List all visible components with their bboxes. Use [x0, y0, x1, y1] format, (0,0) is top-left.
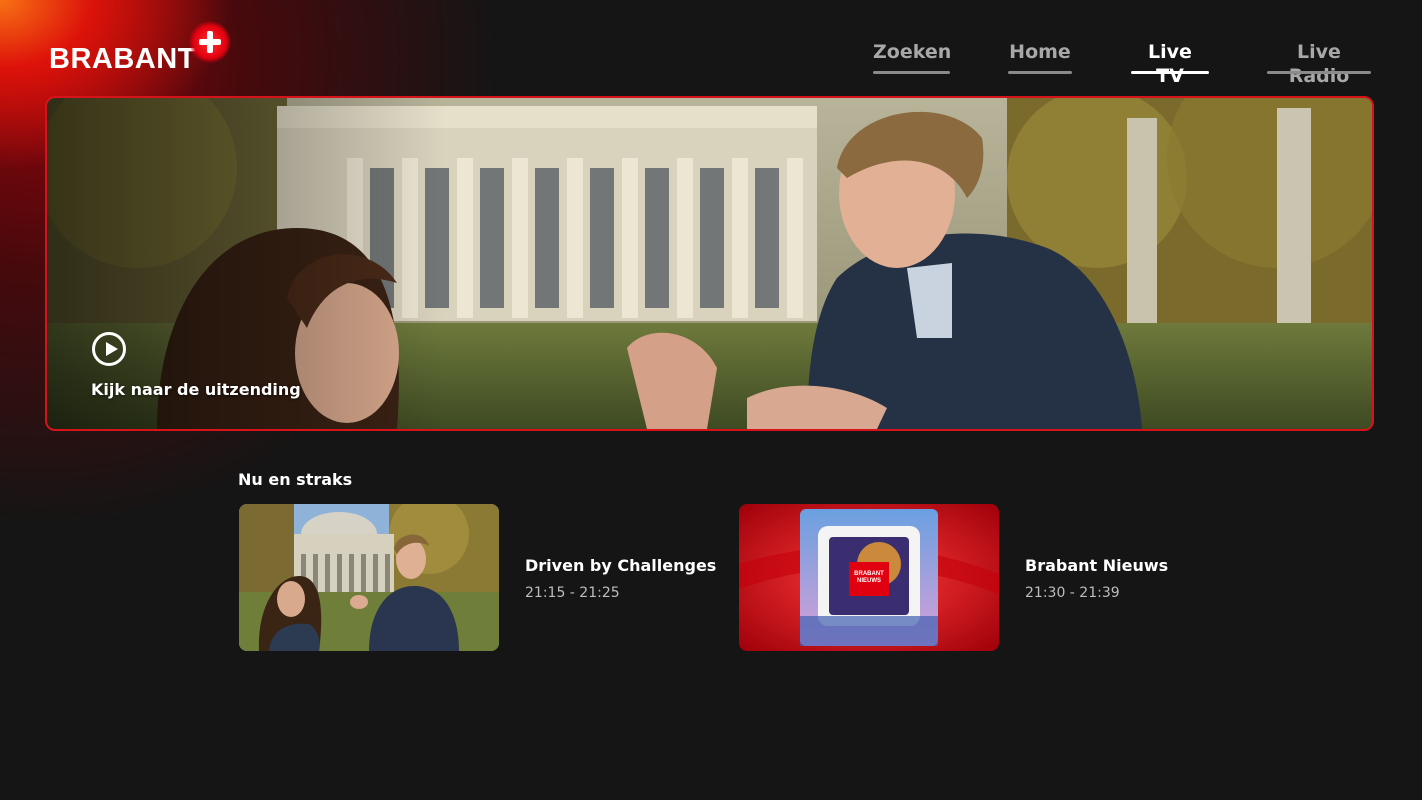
- logo-line: BRABANT: [854, 571, 884, 577]
- program-title: Brabant Nieuws: [1025, 556, 1169, 575]
- section-title: Nu en straks: [238, 470, 353, 489]
- nav-underline: [1008, 71, 1072, 74]
- nav-item-label: Home: [1009, 41, 1071, 63]
- nav-item-live-tv[interactable]: Live TV: [1131, 40, 1209, 87]
- nav-item-label: Zoeken: [873, 41, 952, 63]
- nav-underline-active: [1131, 71, 1209, 74]
- nav-item-home[interactable]: Home: [1008, 40, 1072, 74]
- watch-broadcast-label[interactable]: Kijk naar de uitzending: [91, 380, 301, 399]
- top-navigation: Zoeken Home Live TV Live Radio: [0, 40, 1422, 87]
- schedule-card-driven-by-challenges[interactable]: Driven by Challenges 21:15 - 21:25: [239, 504, 716, 652]
- nav-item-label: Live Radio: [1288, 41, 1350, 87]
- nav-item-live-radio[interactable]: Live Radio: [1267, 40, 1371, 87]
- program-time: 21:30 - 21:39: [1025, 585, 1120, 601]
- nav-item-zoeken[interactable]: Zoeken: [873, 40, 952, 74]
- nav-item-label: Live TV: [1148, 41, 1192, 87]
- schedule-card-brabant-nieuws[interactable]: BRABANT NIEUWS Brabant Nieuws 21:30 - 21…: [739, 504, 1179, 652]
- program-time: 21:15 - 21:25: [525, 585, 620, 601]
- program-title: Driven by Challenges: [525, 556, 717, 575]
- play-circle-icon[interactable]: [92, 332, 126, 366]
- logo-line: NIEUWS: [857, 578, 881, 584]
- program-thumbnail: [239, 504, 499, 651]
- nav-underline: [873, 71, 950, 74]
- hero-banner[interactable]: Kijk naar de uitzending: [45, 96, 1374, 431]
- program-thumbnail: BRABANT NIEUWS: [739, 504, 999, 651]
- nav-underline: [1267, 71, 1371, 74]
- brabant-nieuws-logo: BRABANT NIEUWS: [850, 571, 888, 585]
- thumbnail-image: [239, 504, 499, 651]
